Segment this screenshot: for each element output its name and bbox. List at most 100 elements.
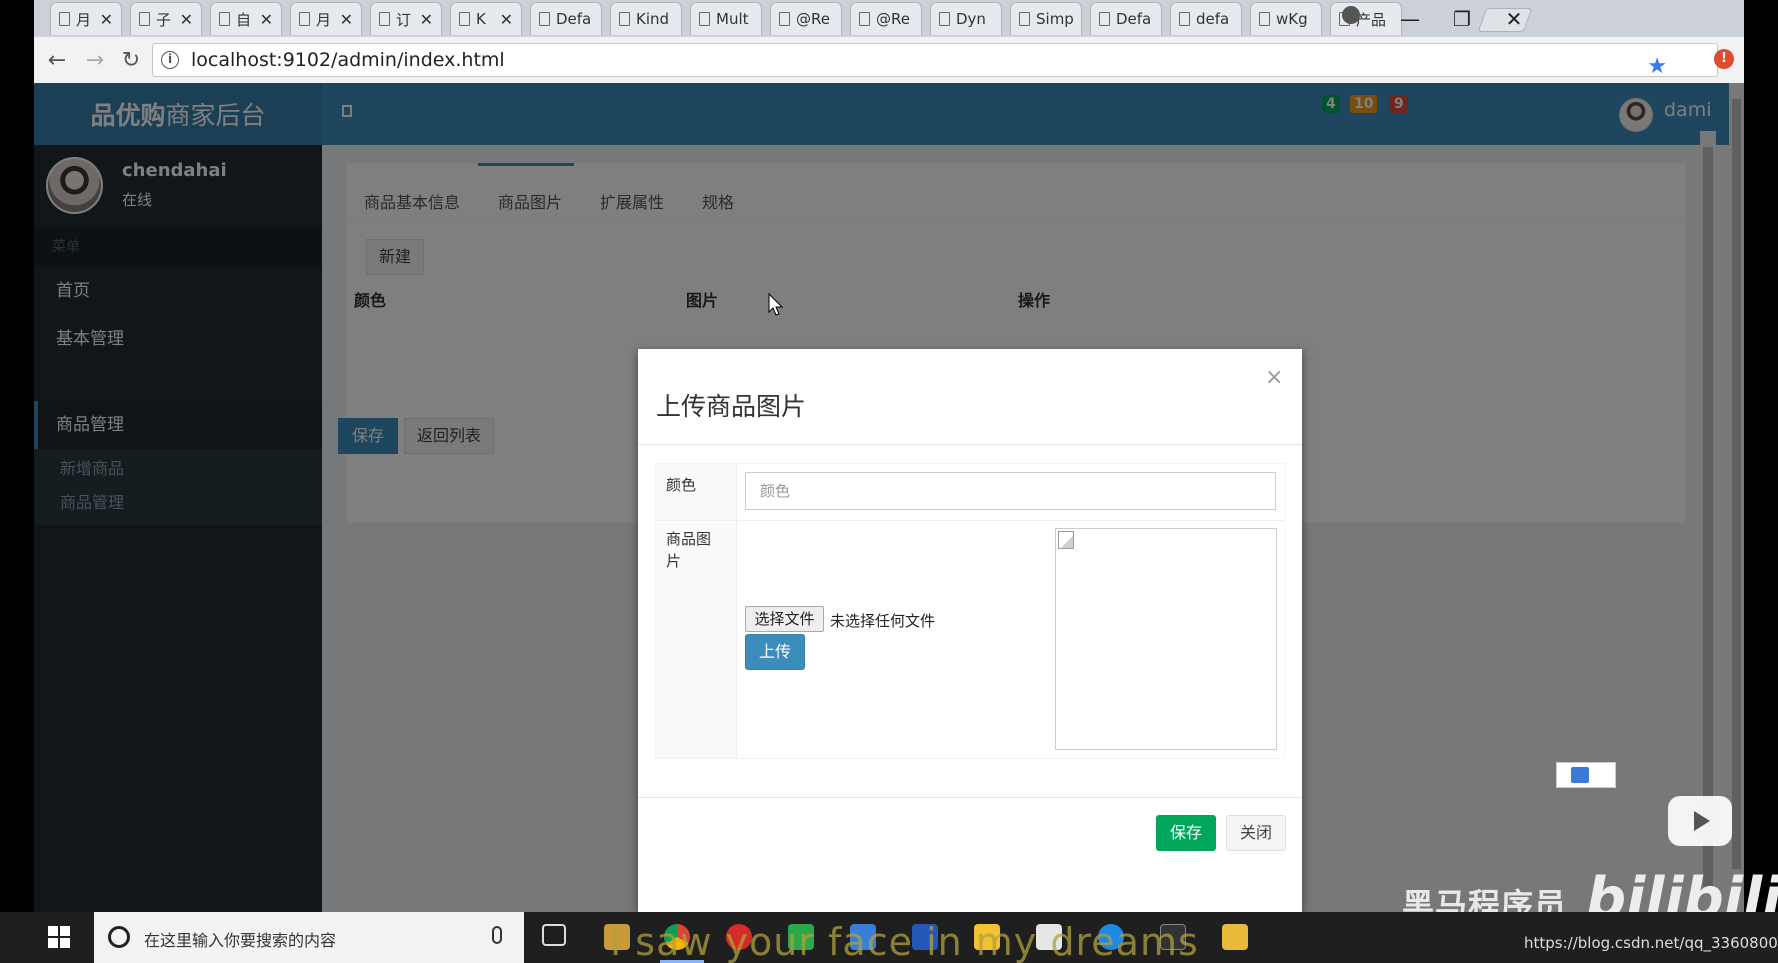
choose-file-button[interactable]: 选择文件	[745, 606, 824, 632]
browser-tab[interactable]: wKg	[1250, 2, 1322, 35]
tab-title: 自	[236, 10, 252, 29]
page-icon	[1099, 12, 1110, 26]
window-close-button[interactable]: ✕	[1486, 0, 1542, 37]
image-label: 商品图片	[666, 530, 712, 570]
page-icon	[1019, 12, 1030, 26]
browser-tab[interactable]: 子 ✕	[130, 2, 202, 35]
status-url: https://blog.csdn.net/qq_33608000	[1524, 934, 1778, 952]
taskbar: 在这里输入你要搜索的内容 I saw your face in my dream…	[0, 912, 1778, 963]
minimize-button[interactable]: —	[1382, 0, 1438, 37]
lyric-overlay: I saw your face in my dreams	[610, 920, 1199, 963]
browser-tab[interactable]: 月 ✕	[290, 2, 362, 35]
screen: 月 ✕ 子 ✕ 自 ✕ 月 ✕ 订 ✕ K ✕ Defa Kind Mult @Re @Re Dyn Simp Def…	[0, 0, 1778, 963]
browser-tab[interactable]: Defa	[1090, 2, 1162, 35]
page-icon	[139, 12, 150, 26]
row-divider	[656, 520, 1284, 521]
image-preview	[1055, 528, 1277, 750]
tab-title: Mult	[716, 10, 749, 28]
arrow-left-icon: ←	[47, 47, 67, 73]
browser-tab[interactable]: Mult	[690, 2, 762, 35]
tab-close-icon[interactable]: ✕	[260, 10, 273, 29]
tab-close-icon[interactable]: ✕	[180, 10, 193, 29]
upload-image-modal: 上传 商品图片 × 颜色 颜色 商品图片 选择文件 未选择任何文件 上传 保存 关…	[638, 349, 1302, 912]
browser-tab[interactable]: 月 ✕	[50, 2, 122, 35]
profile-icon[interactable]	[1342, 6, 1360, 24]
url-text: localhost:9102/admin/index.html	[191, 49, 505, 71]
tab-close-icon[interactable]: ✕	[420, 10, 433, 29]
page-icon	[1179, 12, 1190, 26]
tab-close-icon[interactable]: ✕	[340, 10, 353, 29]
upload-form: 颜色 颜色 商品图片 选择文件 未选择任何文件 上传	[655, 463, 1285, 759]
page-icon	[379, 12, 390, 26]
reload-button[interactable]: ↻	[112, 37, 150, 83]
browser-tab[interactable]: Kind	[610, 2, 682, 35]
page-icon	[299, 12, 310, 26]
tab-title: Defa	[556, 10, 592, 28]
page-icon	[859, 12, 870, 26]
no-file-text: 未选择任何文件	[830, 612, 936, 630]
tab-title: Dyn	[956, 10, 986, 28]
microphone-icon[interactable]	[492, 926, 502, 944]
tab-title: @Re	[796, 10, 830, 28]
page-icon	[779, 12, 790, 26]
restore-button[interactable]: ❐	[1434, 0, 1490, 37]
color-input[interactable]: 颜色	[745, 472, 1276, 510]
windows-start-icon[interactable]	[48, 926, 70, 948]
tab-title: K	[476, 10, 486, 28]
play-icon[interactable]	[1668, 796, 1732, 846]
close-icon[interactable]: ×	[1265, 365, 1283, 390]
address-toolbar: ← → ↻ i localhost:9102/admin/index.html …	[34, 37, 1744, 84]
floating-widget[interactable]	[1556, 762, 1616, 788]
upload-button[interactable]: 上传	[745, 634, 805, 670]
page-icon	[699, 12, 710, 26]
browser-tab[interactable]: Defa	[530, 2, 602, 35]
info-icon[interactable]: i	[161, 51, 179, 69]
tab-close-icon[interactable]: ✕	[100, 10, 113, 29]
extension-icon[interactable]: !	[1714, 49, 1734, 69]
tab-title: @Re	[876, 10, 910, 28]
tab-title: Simp	[1036, 10, 1073, 28]
modal-footer-divider	[638, 797, 1302, 798]
label-column	[656, 464, 737, 758]
page-icon	[59, 12, 70, 26]
browser-tab[interactable]: Simp	[1010, 2, 1082, 35]
tab-title: Kind	[636, 10, 670, 28]
tab-title: Defa	[1116, 10, 1152, 28]
forward-button[interactable]: →	[76, 37, 114, 83]
task-view-icon[interactable]	[542, 924, 566, 946]
reload-icon: ↻	[121, 47, 141, 73]
browser-tab[interactable]: 订 ✕	[370, 2, 442, 35]
back-button[interactable]: ←	[38, 37, 76, 83]
tab-title: 子	[156, 10, 172, 29]
arrow-right-icon: →	[85, 47, 105, 73]
browser-tab[interactable]: 自 ✕	[210, 2, 282, 35]
browser-tab[interactable]: K ✕	[450, 2, 522, 35]
browser-tab[interactable]: defa	[1170, 2, 1242, 35]
browser-tab[interactable]: @Re	[850, 2, 922, 35]
page-icon	[459, 12, 470, 26]
tab-close-icon[interactable]: ✕	[500, 10, 513, 29]
modal-header-divider	[638, 444, 1302, 445]
browser-tab[interactable]: @Re	[770, 2, 842, 35]
tab-title: defa	[1196, 10, 1230, 28]
page-icon	[539, 12, 550, 26]
url-input[interactable]: i localhost:9102/admin/index.html ★	[152, 43, 1718, 79]
modal-close-button[interactable]: 关闭	[1226, 815, 1286, 851]
folder-icon[interactable]	[1222, 924, 1248, 950]
page-icon	[939, 12, 950, 26]
browser-tab-strip: 月 ✕ 子 ✕ 自 ✕ 月 ✕ 订 ✕ K ✕ Defa Kind Mult @Re @Re Dyn Simp Def…	[34, 0, 1744, 37]
page-icon	[1259, 12, 1270, 26]
cursor-icon	[768, 293, 784, 316]
browser-tab[interactable]: Dyn	[930, 2, 1002, 35]
broken-image-icon	[1058, 531, 1074, 549]
modal-save-button[interactable]: 保存	[1156, 815, 1216, 851]
star-icon[interactable]: ★	[1647, 54, 1667, 79]
color-label: 颜色	[666, 476, 697, 494]
page-icon	[219, 12, 230, 26]
cortana-icon	[108, 926, 130, 948]
tab-title: 月	[316, 10, 332, 29]
admin-app: 品优购商家后台 4 10 9 dami chendahai 在线 菜单 首页 基…	[34, 83, 1744, 912]
taskbar-search[interactable]: 在这里输入你要搜索的内容	[94, 912, 524, 963]
tab-title: 月	[76, 10, 92, 29]
contact-icon	[1571, 767, 1589, 783]
